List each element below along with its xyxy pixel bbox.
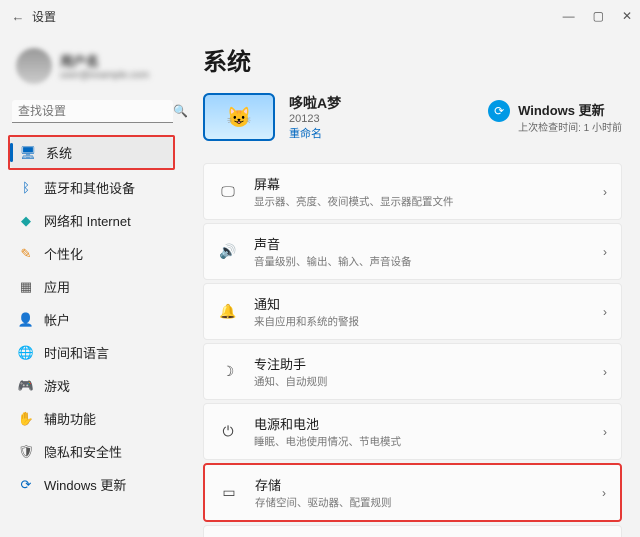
card-sub: 存储空间、驱动器、配置规则 [255,495,602,510]
card-title: 存储 [255,475,602,494]
card-icon: ☽ [218,363,238,380]
sidebar-item-8[interactable]: ✋ 辅助功能 [8,403,185,434]
card-sub: 通知、自动规则 [254,374,603,389]
device-header: 😺 哆啦A梦 20123 重命名 ⟳ Windows 更新 上次检查时间: 1 … [203,93,622,141]
sidebar-item-4[interactable]: ▦ 应用 [8,271,185,302]
nav-label: Windows 更新 [44,475,126,494]
chevron-right-icon: › [603,425,607,439]
nav-icon: 🛡 [18,444,34,460]
sidebar-item-10[interactable]: ⟳ Windows 更新 [8,469,185,500]
chevron-right-icon: › [603,245,607,259]
window-title: 设置 [28,8,563,25]
update-block[interactable]: ⟳ Windows 更新 上次检查时间: 1 小时前 [488,100,622,134]
back-icon[interactable]: ← [8,9,28,24]
avatar [16,48,52,84]
chevron-right-icon: › [602,486,606,500]
card-sub: 显示器、亮度、夜间模式、显示器配置文件 [254,194,603,209]
nav-label: 游戏 [44,376,70,395]
nav-icon: 👤 [18,312,34,328]
content: 系统 😺 哆啦A梦 20123 重命名 ⟳ Windows 更新 上次检查时间:… [185,32,640,537]
settings-card-0[interactable]: 🖵 屏幕显示器、亮度、夜间模式、显示器配置文件› [203,163,622,220]
sidebar-item-7[interactable]: 🎮 游戏 [8,370,185,401]
settings-cards: 🖵屏幕显示器、亮度、夜间模式、显示器配置文件›🔊声音音量级别、输出、输入、声音设… [203,163,622,537]
nav-icon: ◆ [18,213,34,229]
nav-list: 🖥 系统 ᛒ 蓝牙和其他设备 ◆ 网络和 Internet ✎ 个性化 ▦ 应用 👤 帐户 🌐 时间和语言… [8,135,185,500]
sidebar: 用户名 user@example.com 🔍 🖥 系统 ᛒ 蓝牙和其他设备 ◆ 网络和 I… [0,32,185,537]
nav-icon: ✋ [18,411,34,427]
chevron-right-icon: › [603,305,607,319]
card-icon: ▭ [219,484,239,501]
card-icon: ⏻ [218,423,238,440]
card-title: 通知 [254,294,603,313]
nav-label: 隐私和安全性 [44,442,122,461]
card-icon: 🔊 [218,243,238,260]
close-icon[interactable]: ✕ [622,9,632,23]
nav-icon: ▦ [18,279,34,295]
sidebar-item-2[interactable]: ◆ 网络和 Internet [8,205,185,236]
maximize-icon[interactable]: ▢ [593,9,604,23]
sidebar-item-1[interactable]: ᛒ 蓝牙和其他设备 [8,172,185,203]
nav-label: 辅助功能 [44,409,96,428]
user-name: 用户名 [60,51,177,70]
page-title: 系统 [203,42,622,77]
titlebar: ← 设置 ― ▢ ✕ [0,0,640,32]
update-title: Windows 更新 [518,100,622,119]
card-title: 声音 [254,234,603,253]
settings-card-5[interactable]: ▭ 存储存储空间、驱动器、配置规则› [203,463,622,522]
sidebar-item-3[interactable]: ✎ 个性化 [8,238,185,269]
user-email: user@example.com [60,70,177,81]
card-sub: 睡眠、电池使用情况、节电模式 [254,434,603,449]
nav-icon: ⟳ [18,477,34,493]
settings-card-1[interactable]: 🔊 声音音量级别、输出、输入、声音设备› [203,223,622,280]
sidebar-item-9[interactable]: 🛡 隐私和安全性 [8,436,185,467]
update-icon: ⟳ [488,100,510,122]
nav-icon: 🎮 [18,378,34,394]
device-thumb[interactable]: 😺 [203,93,275,141]
settings-card-6[interactable]: ⇲就近共享可发现性、收到文件的位置› [203,525,622,537]
nav-label: 蓝牙和其他设备 [44,178,135,197]
card-title: 电源和电池 [254,414,603,433]
minimize-icon[interactable]: ― [563,9,575,23]
sidebar-item-6[interactable]: 🌐 时间和语言 [8,337,185,368]
chevron-right-icon: › [603,185,607,199]
profile-block[interactable]: 用户名 user@example.com [8,40,185,92]
search-box[interactable]: 🔍 [12,100,173,123]
card-sub: 来自应用和系统的警报 [254,314,603,329]
card-icon: 🖵 [218,183,238,200]
nav-label: 网络和 Internet [44,211,131,230]
search-input[interactable] [18,104,173,118]
nav-label: 帐户 [44,310,70,329]
nav-icon: ᛒ [18,180,34,196]
nav-icon: ✎ [18,246,34,262]
nav-label: 系统 [46,143,72,162]
sidebar-item-5[interactable]: 👤 帐户 [8,304,185,335]
sidebar-item-0[interactable]: 🖥 系统 [10,137,173,168]
nav-icon: 🌐 [18,345,34,361]
device-name: 哆啦A梦 [289,93,341,113]
chevron-right-icon: › [603,365,607,379]
update-status: 上次检查时间: 1 小时前 [518,119,622,134]
card-title: 专注助手 [254,354,603,373]
device-model: 20123 [289,113,341,125]
nav-label: 个性化 [44,244,83,263]
nav-label: 时间和语言 [44,343,109,362]
card-icon: 🔔 [218,303,238,320]
rename-link[interactable]: 重命名 [289,125,341,141]
nav-icon: 🖥 [20,145,36,161]
settings-card-4[interactable]: ⏻ 电源和电池睡眠、电池使用情况、节电模式› [203,403,622,460]
settings-card-2[interactable]: 🔔 通知来自应用和系统的警报› [203,283,622,340]
settings-card-3[interactable]: ☽ 专注助手通知、自动规则› [203,343,622,400]
card-title: 屏幕 [254,174,603,193]
nav-label: 应用 [44,277,70,296]
card-sub: 音量级别、输出、输入、声音设备 [254,254,603,269]
